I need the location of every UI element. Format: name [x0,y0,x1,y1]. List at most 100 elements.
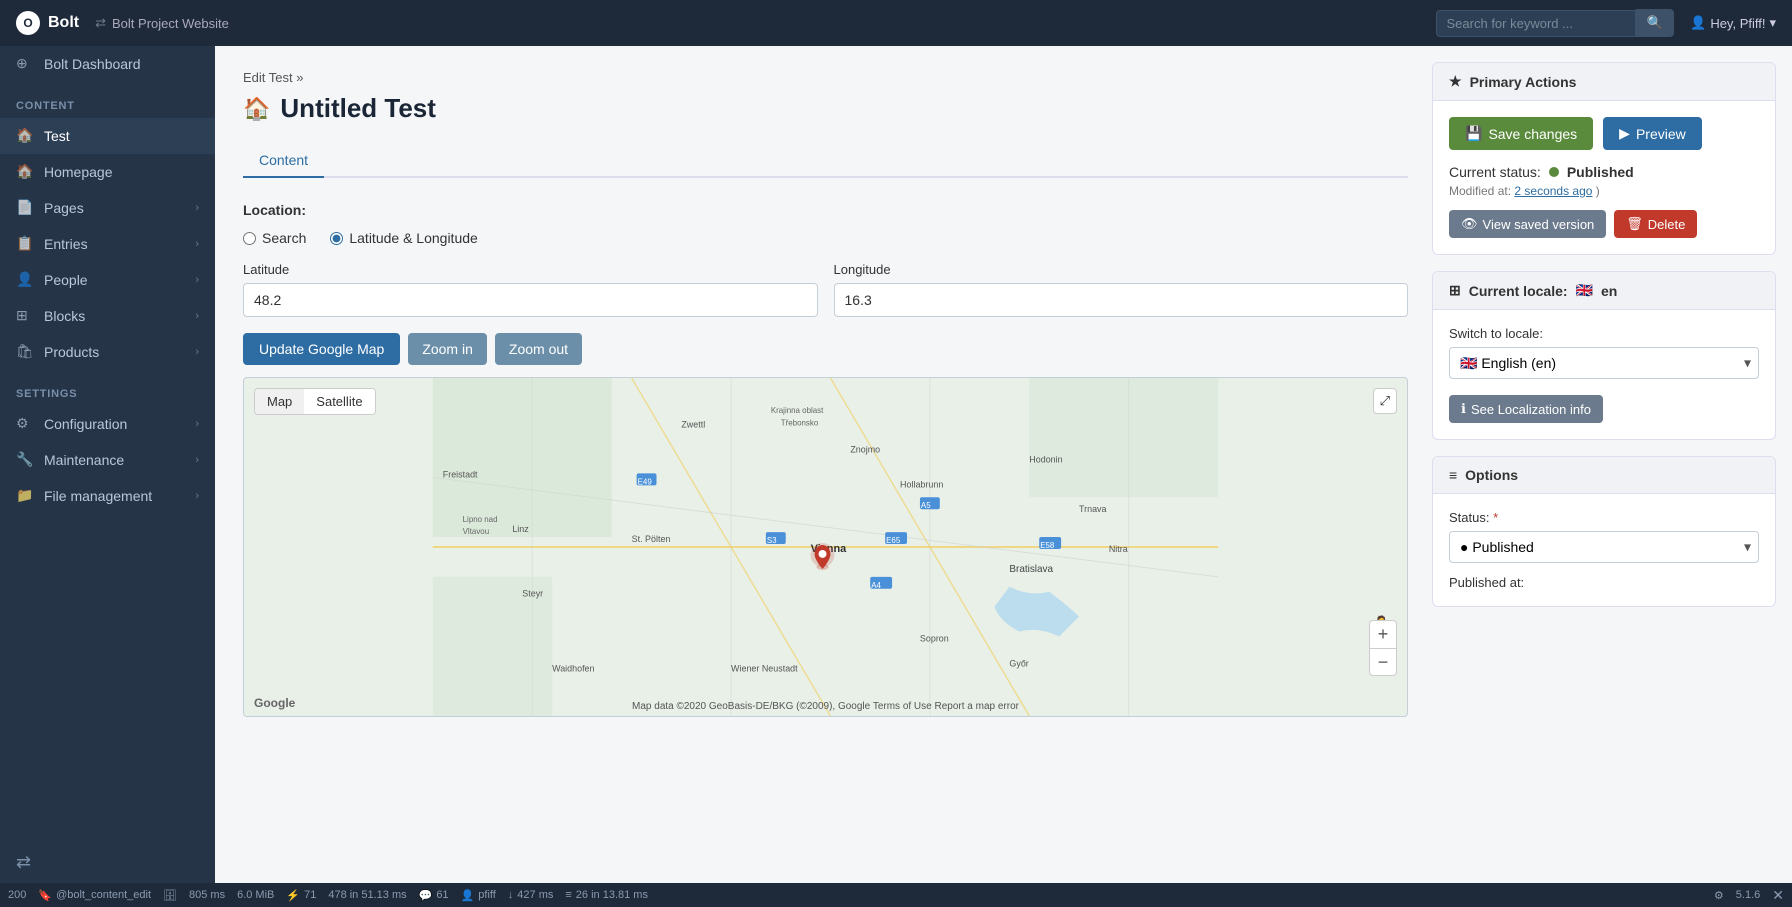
breadcrumb: Edit Test » [243,70,1408,85]
locale-grid-icon: ⊞ [1449,282,1461,299]
bottom-user-item: 👤 pfiff [461,889,496,902]
view-saved-button[interactable]: 👁 View saved version [1449,210,1606,238]
map-svg: Vienna Bratislava Znojmo Hodonin St. Pöl… [244,378,1407,716]
tabs-container: Content [243,144,1408,178]
locale-flag: 🇬🇧 [1576,282,1593,299]
status-select-wrapper: ● Published Draft ▾ [1449,531,1759,563]
delete-label: Delete [1648,217,1686,232]
action-buttons: 💾 Save changes ▶ Preview [1449,117,1759,150]
sidebar-item-homepage[interactable]: 🏠 Homepage [0,154,215,190]
status-select[interactable]: ● Published Draft [1449,531,1759,563]
radio-latlng-input[interactable] [330,232,343,245]
radio-search-input[interactable] [243,232,256,245]
search-button[interactable]: 🔍 [1636,9,1675,37]
svg-text:Steyr: Steyr [522,589,543,599]
bottom-close-button[interactable]: ✕ [1772,887,1784,904]
logo[interactable]: O Bolt [16,11,79,35]
sidebar-item-dashboard[interactable]: ⊕ Bolt Dashboard [0,46,215,82]
options-header: ≡ Options [1433,457,1775,494]
locale-select-wrapper: 🇬🇧 English (en) ▾ [1449,347,1759,379]
chevron-right-icon: › [195,418,199,430]
modified-paren: ) [1596,184,1600,198]
sidebar-item-label: People [44,272,88,288]
latitude-field: Latitude [243,262,818,317]
map-container[interactable]: Vienna Bratislava Znojmo Hodonin St. Pöl… [243,377,1408,717]
project-name: Bolt Project Website [112,16,229,31]
sidebar-item-configuration[interactable]: ⚙ Configuration › [0,406,215,442]
radio-search[interactable]: Search [243,230,306,246]
modified-time-link[interactable]: 2 seconds ago [1514,184,1592,198]
locale-code: en [1601,283,1617,299]
longitude-input[interactable] [834,283,1409,317]
svg-text:Trnava: Trnava [1079,504,1107,514]
map-expand-button[interactable]: ⤢ [1373,388,1397,414]
svg-text:E65: E65 [886,536,901,545]
locale-header: ⊞ Current locale: 🇬🇧 en [1433,272,1775,310]
svg-text:E58: E58 [1040,541,1055,550]
map-zoom-in-button[interactable]: + [1369,620,1397,648]
svg-text:St. Pölten: St. Pölten [632,534,671,544]
sidebar-item-products[interactable]: 🛍 Products › [0,334,215,370]
tab-content[interactable]: Content [243,144,324,178]
update-map-button[interactable]: Update Google Map [243,333,400,365]
modified-label: Modified at: [1449,184,1511,198]
current-status-row: Current status: Published [1449,164,1759,180]
svg-text:Sopron: Sopron [920,633,949,643]
bottom-db-item: 🗄 [163,889,177,902]
people-icon: 👤 [16,271,34,289]
svg-text:Wiener Neustadt: Wiener Neustadt [731,663,798,673]
sidebar-item-test[interactable]: 🏠 Test [0,118,215,154]
preview-icon: ▶ [1619,125,1630,142]
delete-button[interactable]: 🗑 Delete [1614,210,1697,238]
eye-icon: 👁 [1461,216,1478,232]
user-menu[interactable]: 👤 Hey, Pfiff! ▾ [1690,15,1776,31]
radio-latlng[interactable]: Latitude & Longitude [330,230,477,246]
svg-text:Waidhofen: Waidhofen [552,663,594,673]
svg-text:Krajinna oblast: Krajinna oblast [771,406,824,415]
breadcrumb-parent[interactable]: Edit Test [243,70,293,85]
pages-icon: 📄 [16,199,34,217]
sidebar-item-maintenance[interactable]: 🔧 Maintenance › [0,442,215,478]
radio-search-label: Search [262,230,306,246]
map-tab-map[interactable]: Map [255,389,304,414]
sidebar-item-file-management[interactable]: 📁 File management › [0,478,215,514]
locale-select[interactable]: 🇬🇧 English (en) [1449,347,1759,379]
switch-locale-label: Switch to locale: [1449,326,1759,341]
save-button[interactable]: 💾 Save changes [1449,117,1593,150]
sidebar-item-label: Blocks [44,308,85,324]
bottom-log-info: 26 in 13.81 ms [576,889,648,901]
sidebar-item-label: Entries [44,236,88,252]
sidebar-item-label: File management [44,488,152,504]
zoom-out-button[interactable]: Zoom out [495,333,582,365]
sidebar-item-entries[interactable]: 📋 Entries › [0,226,215,262]
sidebar-item-blocks[interactable]: ⊞ Blocks › [0,298,215,334]
zoom-in-button[interactable]: Zoom in [408,333,487,365]
map-zoom-out-button[interactable]: − [1369,648,1397,676]
bottom-download-item: ↓ 427 ms [508,889,554,901]
search-input[interactable] [1436,10,1636,37]
svg-text:A4: A4 [871,581,881,590]
sidebar-item-pages[interactable]: 📄 Pages › [0,190,215,226]
sidebar-item-people[interactable]: 👤 People › [0,262,215,298]
published-at-label: Published at: [1449,575,1759,590]
modified-text: Modified at: 2 seconds ago ) [1449,184,1759,198]
latitude-input[interactable] [243,283,818,317]
required-star: * [1493,510,1498,525]
preview-button[interactable]: ▶ Preview [1603,117,1702,150]
preview-label: Preview [1636,126,1686,142]
status-published-text: Published [1567,164,1634,180]
localization-info-button[interactable]: ℹ See Localization info [1449,395,1603,423]
right-panel: ★ Primary Actions 💾 Save changes ▶ Previ… [1432,46,1792,883]
map-tab-satellite[interactable]: Satellite [304,389,374,414]
chevron-right-icon: › [195,238,199,250]
project-link[interactable]: Bolt Project Website [95,15,229,31]
download-icon: ↓ [508,889,514,901]
options-panel: ≡ Options Status: * ● Published Draft ▾ … [1432,456,1776,607]
svg-text:Znojmo: Znojmo [850,445,880,455]
sidebar-item-label: Bolt Dashboard [44,56,141,72]
small-buttons: 👁 View saved version 🗑 Delete [1449,210,1759,238]
sidebar-toggle[interactable]: ⇄ [0,842,215,883]
user-icon: 👤 [461,889,475,902]
sidebar-item-label: Homepage [44,164,113,180]
locale-header-label: Current locale: [1469,283,1568,299]
